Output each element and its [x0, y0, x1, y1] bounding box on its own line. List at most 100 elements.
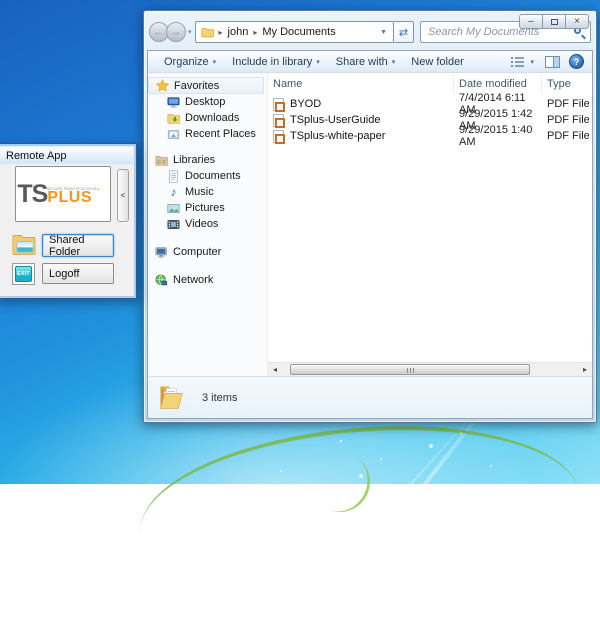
- organize-button[interactable]: Organize ▾: [156, 54, 224, 70]
- document-icon: [167, 170, 180, 183]
- shared-folder-icon[interactable]: [11, 231, 38, 258]
- sidebar-label: Downloads: [185, 112, 239, 124]
- change-view-button[interactable]: ▾: [509, 54, 536, 69]
- pdf-file-icon: [273, 114, 284, 127]
- refresh-button[interactable]: ⇄: [394, 21, 414, 43]
- column-label: Name: [273, 78, 302, 90]
- sidebar-item-music[interactable]: ♪ Music: [148, 184, 267, 200]
- logo-tagline: SECURE REMOTE ACCESS: [47, 186, 99, 190]
- navigation-pane: Favorites Desktop Downloads: [148, 73, 268, 376]
- scroll-right-icon[interactable]: ▸: [578, 365, 592, 374]
- sidebar-item-libraries[interactable]: Libraries: [148, 152, 267, 168]
- logoff-icon-button[interactable]: EXIT: [12, 263, 35, 285]
- item-count: 3 items: [202, 392, 237, 404]
- logoff-button[interactable]: Logoff: [42, 263, 114, 284]
- column-label: Date modified: [459, 78, 527, 90]
- file-name: TSplus-white-paper: [290, 130, 385, 142]
- column-header-type[interactable]: Type: [542, 75, 592, 92]
- file-row[interactable]: TSplus-white-paper 9/29/2015 1:40 AM PDF…: [268, 128, 592, 144]
- sidebar-item-documents[interactable]: Documents: [148, 168, 267, 184]
- pdf-file-icon: [273, 98, 284, 111]
- new-folder-button[interactable]: New folder: [403, 54, 472, 70]
- minimize-icon: –: [528, 17, 534, 27]
- include-in-library-button[interactable]: Include in library ▾: [224, 54, 328, 70]
- recent-pages-dropdown[interactable]: ▾: [188, 28, 192, 36]
- scroll-left-icon[interactable]: ◂: [268, 365, 282, 374]
- sidebar-label: Videos: [185, 218, 218, 230]
- column-label: Type: [547, 78, 571, 90]
- file-name: BYOD: [290, 98, 321, 110]
- help-button[interactable]: ?: [569, 54, 584, 69]
- sidebar-label: Music: [185, 186, 214, 198]
- sidebar-item-pictures[interactable]: Pictures: [148, 200, 267, 216]
- pdf-file-icon: [273, 130, 284, 143]
- explorer-main: Favorites Desktop Downloads: [148, 73, 592, 376]
- file-row[interactable]: BYOD 7/4/2014 6:11 AM PDF File: [268, 96, 592, 112]
- chevron-down-icon: ▾: [316, 58, 320, 66]
- exit-icon: EXIT: [15, 266, 32, 282]
- chevron-down-icon: ▾: [392, 58, 396, 66]
- sidebar-item-recent-places[interactable]: Recent Places: [148, 126, 267, 142]
- remote-app-titlebar[interactable]: Remote App: [0, 147, 133, 164]
- shared-folder-button[interactable]: Shared Folder: [42, 234, 114, 257]
- sidebar-label: Pictures: [185, 202, 225, 214]
- sidebar-item-favorites[interactable]: Favorites: [148, 77, 264, 94]
- file-name-cell: TSplus-white-paper: [268, 130, 454, 143]
- maximize-button[interactable]: [542, 14, 566, 29]
- address-dropdown-icon[interactable]: ▼: [378, 29, 389, 36]
- views-icon: [511, 56, 525, 67]
- forward-arrow-icon: →: [171, 26, 182, 38]
- horizontal-scrollbar[interactable]: ◂ ▸: [268, 362, 592, 376]
- column-header-date-modified[interactable]: Date modified: [454, 75, 542, 92]
- status-bar: 3 items: [148, 376, 592, 418]
- column-header-name[interactable]: Name: [268, 75, 454, 92]
- share-with-button[interactable]: Share with ▾: [328, 54, 404, 70]
- column-headers: Name Date modified Type: [268, 75, 592, 92]
- scrollbar-track[interactable]: [282, 363, 578, 377]
- chevron-down-icon: ▾: [213, 58, 217, 66]
- share-with-label: Share with: [336, 56, 388, 68]
- sidebar-item-videos[interactable]: Videos: [148, 216, 267, 232]
- sidebar-label: Computer: [173, 246, 221, 258]
- explorer-client-area: Organize ▾ Include in library ▾ Share wi…: [147, 50, 593, 419]
- desktop-icon: [167, 96, 180, 109]
- sidebar-label: Recent Places: [185, 128, 256, 140]
- close-button[interactable]: ×: [565, 14, 589, 29]
- logoff-label: Logoff: [49, 268, 79, 280]
- collapse-panel-button[interactable]: <: [117, 169, 129, 222]
- sidebar-gap: [148, 142, 267, 152]
- file-type: PDF File: [542, 130, 592, 142]
- forward-button[interactable]: →: [166, 22, 186, 42]
- folder-icon: [201, 27, 214, 38]
- breadcrumb-item-john[interactable]: john: [228, 26, 249, 38]
- breadcrumb-item-my-documents[interactable]: My Documents: [262, 26, 335, 38]
- file-date: 9/29/2015 1:40 AM: [454, 124, 542, 148]
- star-icon: [156, 79, 169, 92]
- address-bar[interactable]: ▸ john ▸ My Documents ▼: [195, 21, 394, 43]
- window-controls: – ×: [520, 14, 589, 29]
- sidebar-label: Documents: [185, 170, 241, 182]
- new-folder-label: New folder: [411, 56, 464, 68]
- chevron-down-icon: ▾: [530, 58, 534, 66]
- file-row[interactable]: TSplus-UserGuide 9/29/2015 1:42 AM PDF F…: [268, 112, 592, 128]
- scrollbar-thumb[interactable]: [290, 364, 530, 375]
- sidebar-item-network[interactable]: Network: [148, 272, 267, 288]
- recent-places-icon: [167, 128, 180, 141]
- minimize-button[interactable]: –: [519, 14, 543, 29]
- breadcrumb-chevron-icon: ▸: [253, 28, 257, 37]
- wallpaper-green-branch: [133, 409, 586, 617]
- logo-ts-text: TS: [17, 184, 47, 205]
- sidebar-item-computer[interactable]: Computer: [148, 244, 267, 260]
- back-arrow-icon: ←: [154, 26, 165, 38]
- shared-folder-label: Shared Folder: [49, 234, 113, 258]
- wallpaper-sparkles: [340, 440, 342, 442]
- sidebar-item-desktop[interactable]: Desktop: [148, 94, 267, 110]
- music-note-icon: ♪: [167, 186, 180, 198]
- file-list-pane: Name Date modified Type BYOD 7/4/2014 6:…: [268, 73, 592, 376]
- sidebar-item-downloads[interactable]: Downloads: [148, 110, 267, 126]
- include-in-library-label: Include in library: [232, 56, 312, 68]
- file-type: PDF File: [542, 114, 592, 126]
- preview-pane-button[interactable]: [545, 56, 560, 68]
- video-icon: [167, 218, 180, 231]
- sidebar-label: Network: [173, 274, 213, 286]
